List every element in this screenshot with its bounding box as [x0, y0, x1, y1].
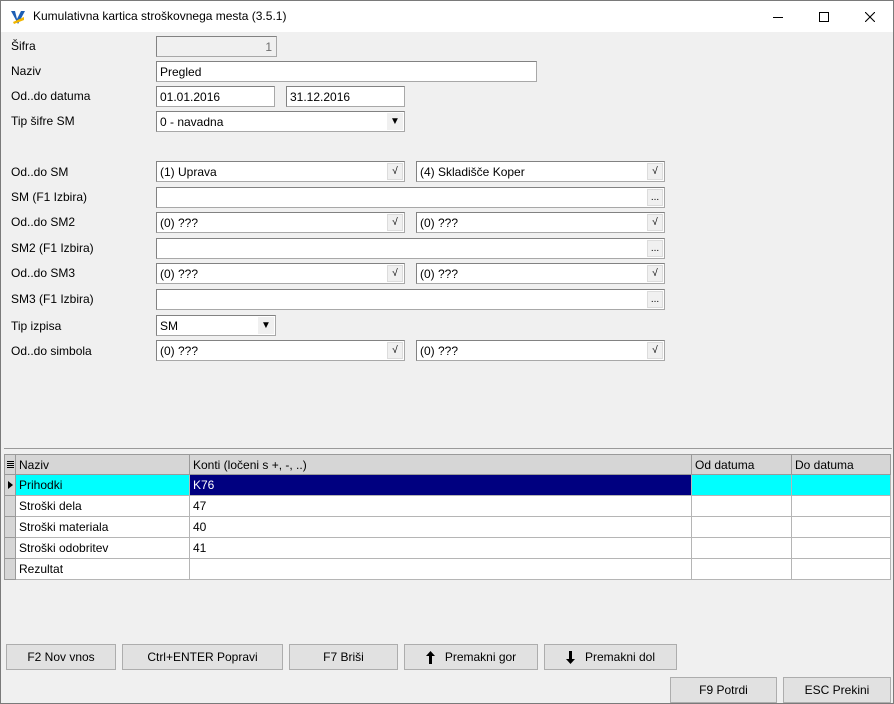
cell-naziv[interactable]: Prihodki	[15, 474, 190, 496]
cell-do-datuma[interactable]	[791, 516, 891, 538]
app-logo-icon	[11, 11, 25, 24]
sm2-select-field[interactable]: ...	[156, 238, 665, 259]
lookup-check-icon[interactable]: √	[647, 342, 663, 359]
simbol-range-label: Od..do simbola	[11, 344, 92, 358]
lookup-check-icon[interactable]: √	[387, 214, 403, 231]
sm-select-label: SM (F1 Izbira)	[11, 190, 88, 204]
dropdown-arrow-icon[interactable]: ▼	[258, 317, 274, 334]
cell-naziv[interactable]: Rezultat	[15, 558, 190, 580]
sm3-range-label: Od..do SM3	[11, 266, 76, 280]
table-row[interactable]: Stroški dela 47	[4, 495, 891, 517]
lookup-check-icon[interactable]: √	[387, 265, 403, 282]
cell-od-datuma[interactable]	[691, 495, 792, 517]
ellipsis-icon[interactable]: ...	[647, 291, 663, 308]
row-pointer-icon	[4, 474, 16, 496]
maximize-icon	[819, 11, 829, 22]
move-down-button[interactable]: Premakni dol	[544, 644, 677, 670]
sm-range-label: Od..do SM	[11, 165, 69, 179]
sifra-label: Šifra	[11, 39, 36, 53]
confirm-button[interactable]: F9 Potrdi	[670, 677, 777, 703]
title-bar: Kumulativna kartica stroškovnega mesta (…	[1, 1, 893, 32]
accounts-grid-panel: Naziv Konti (ločeni s +, -, ..) Od datum…	[4, 448, 892, 638]
datum-range-label: Od..do datuma	[11, 89, 91, 103]
lookup-check-icon[interactable]: √	[647, 265, 663, 282]
move-up-button[interactable]: Premakni gor	[404, 644, 538, 670]
sifra-field[interactable]: 1	[156, 36, 277, 57]
delete-button[interactable]: F7 Briši	[289, 644, 398, 670]
sm2-to-field[interactable]: (0) ??? √	[416, 212, 665, 233]
cell-od-datuma[interactable]	[691, 516, 792, 538]
cell-naziv[interactable]: Stroški odobritev	[15, 537, 190, 559]
date-from-field[interactable]: 01.01.2016	[156, 86, 275, 107]
column-header-do-datuma[interactable]: Do datuma	[791, 454, 891, 475]
edit-button[interactable]: Ctrl+ENTER Popravi	[122, 644, 283, 670]
cell-konti[interactable]: K76	[189, 474, 692, 496]
minimize-icon	[773, 16, 783, 18]
cell-konti[interactable]	[189, 558, 692, 580]
cell-konti[interactable]: 41	[189, 537, 692, 559]
close-button[interactable]	[847, 1, 893, 32]
accounts-grid[interactable]: Naziv Konti (ločeni s +, -, ..) Od datum…	[4, 454, 891, 580]
row-indicator	[4, 495, 16, 517]
maximize-button[interactable]	[801, 1, 847, 32]
cancel-button[interactable]: ESC Prekini	[783, 677, 891, 703]
table-row[interactable]: Prihodki K76	[4, 474, 891, 496]
dropdown-arrow-icon[interactable]: ▼	[387, 113, 403, 130]
sm3-select-field[interactable]: ...	[156, 289, 665, 310]
sm3-from-field[interactable]: (0) ??? √	[156, 263, 405, 284]
app-window: Kumulativna kartica stroškovnega mesta (…	[0, 0, 894, 704]
cell-naziv[interactable]: Stroški dela	[15, 495, 190, 517]
grid-corner-icon[interactable]	[4, 454, 16, 475]
ellipsis-icon[interactable]: ...	[647, 189, 663, 206]
naziv-field[interactable]: Pregled	[156, 61, 537, 82]
sm-select-field[interactable]: ...	[156, 187, 665, 208]
sm3-select-label: SM3 (F1 Izbira)	[11, 292, 94, 306]
row-indicator	[4, 558, 16, 580]
tip-izpisa-label: Tip izpisa	[11, 319, 62, 333]
lookup-check-icon[interactable]: √	[387, 342, 403, 359]
window-title: Kumulativna kartica stroškovnega mesta (…	[33, 9, 287, 23]
row-indicator	[4, 516, 16, 538]
sm3-to-field[interactable]: (0) ??? √	[416, 263, 665, 284]
naziv-label: Naziv	[11, 64, 42, 78]
tip-sifre-label: Tip šifre SM	[11, 114, 75, 128]
lookup-check-icon[interactable]: √	[387, 163, 403, 180]
close-icon	[865, 11, 875, 22]
row-indicator	[4, 537, 16, 559]
sm-from-field[interactable]: (1) Uprava √	[156, 161, 405, 182]
table-row[interactable]: Stroški materiala 40	[4, 516, 891, 538]
cell-do-datuma[interactable]	[791, 537, 891, 559]
cell-konti[interactable]: 40	[189, 516, 692, 538]
tip-sifre-select[interactable]: 0 - navadna ▼	[156, 111, 405, 132]
lookup-check-icon[interactable]: √	[647, 163, 663, 180]
cell-od-datuma[interactable]	[691, 558, 792, 580]
table-row[interactable]: Stroški odobritev 41	[4, 537, 891, 559]
column-header-konti[interactable]: Konti (ločeni s +, -, ..)	[189, 454, 692, 475]
cell-od-datuma[interactable]	[691, 474, 792, 496]
minimize-button[interactable]	[755, 1, 801, 32]
date-to-field[interactable]: 31.12.2016	[286, 86, 405, 107]
arrow-up-icon	[425, 650, 435, 664]
column-header-od-datuma[interactable]: Od datuma	[691, 454, 792, 475]
lookup-check-icon[interactable]: √	[647, 214, 663, 231]
sm2-from-field[interactable]: (0) ??? √	[156, 212, 405, 233]
sm2-select-label: SM2 (F1 Izbira)	[11, 241, 94, 255]
ellipsis-icon[interactable]: ...	[647, 240, 663, 257]
cell-naziv[interactable]: Stroški materiala	[15, 516, 190, 538]
table-row[interactable]: Rezultat	[4, 558, 891, 580]
simbol-to-field[interactable]: (0) ??? √	[416, 340, 665, 361]
sm2-range-label: Od..do SM2	[11, 215, 76, 229]
cell-do-datuma[interactable]	[791, 558, 891, 580]
cell-do-datuma[interactable]	[791, 474, 891, 496]
simbol-from-field[interactable]: (0) ??? √	[156, 340, 405, 361]
tip-izpisa-select[interactable]: SM ▼	[156, 315, 276, 336]
cell-od-datuma[interactable]	[691, 537, 792, 559]
sm-to-field[interactable]: (4) Skladišče Koper √	[416, 161, 665, 182]
new-entry-button[interactable]: F2 Nov vnos	[6, 644, 116, 670]
arrow-down-icon	[565, 650, 575, 664]
cell-konti[interactable]: 47	[189, 495, 692, 517]
cell-do-datuma[interactable]	[791, 495, 891, 517]
column-header-naziv[interactable]: Naziv	[15, 454, 190, 475]
